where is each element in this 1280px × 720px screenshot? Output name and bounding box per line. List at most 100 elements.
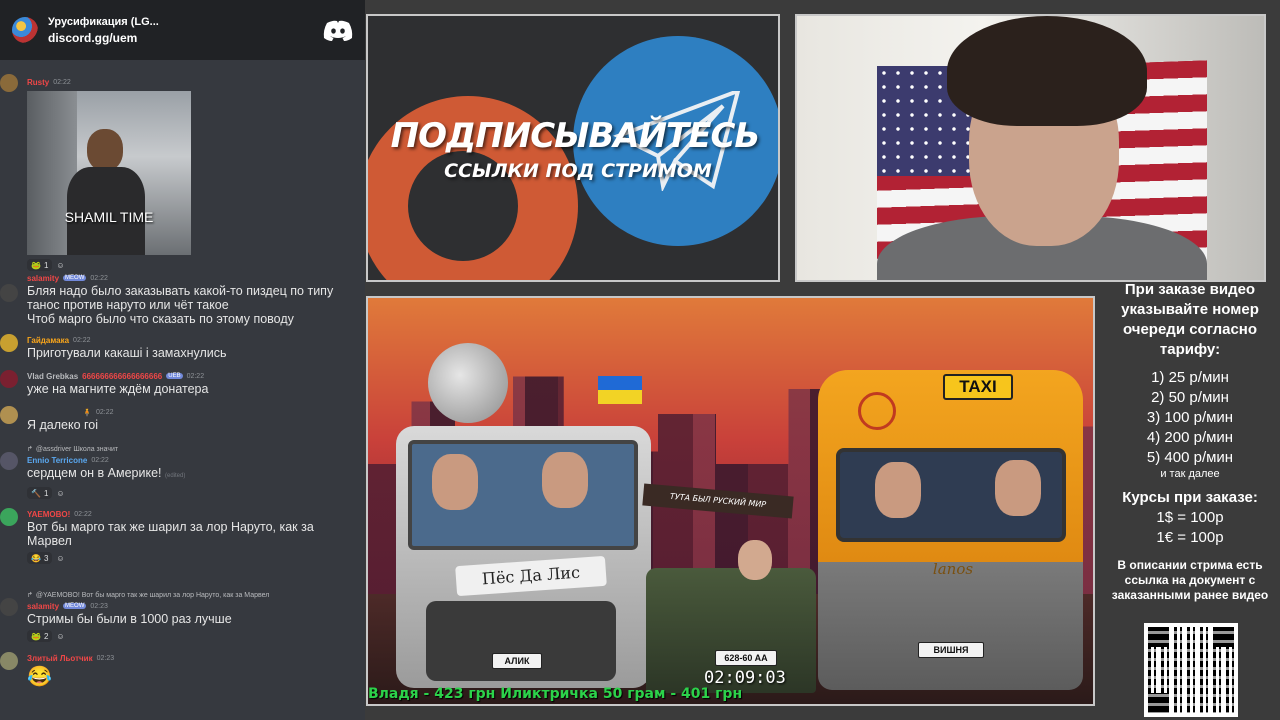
timestamp: 02:22 [90, 274, 108, 282]
timestamp: 02:22 [53, 78, 71, 86]
user-emoji-icon: 🧍 [82, 407, 92, 417]
message[interactable]: ↱ @YAEMOBO! Вот бы марго так же шарил за… [0, 586, 365, 650]
frog-emoji-icon: 🐸 [31, 631, 41, 641]
tariff-item: 4) 200 р/мин [1146, 429, 1234, 446]
promo-title: ПОДПИСЫВАЙТЕСЬ [390, 116, 761, 156]
reply-reference[interactable]: ↱ @assdriver Школа значит [27, 444, 357, 454]
role-badge: MEOW [63, 603, 87, 609]
message-text: Стримы бы были в 1000 раз лучше [27, 612, 232, 626]
hammer-emoji-icon: 🔨 [31, 488, 41, 498]
description-note: В описании стрима есть ссылка на докумен… [1111, 558, 1269, 602]
exchange-rates: Курсы при заказе: 1$ = 100р 1€ = 100р [1098, 488, 1280, 548]
van-logo-text: lanos [932, 560, 974, 578]
add-reaction-icon[interactable]: ☺ [56, 261, 64, 270]
timestamp: 02:23 [90, 602, 108, 610]
tariff-list: 1) 25 р/мин 2) 50 р/мин 3) 100 р/мин 4) … [1098, 368, 1280, 480]
message-list: Rusty 02:22 SHAMIL TIME 🐸 1 ☺ salamity M… [0, 60, 365, 690]
message[interactable]: 🧍 02:22 Я далеко гоі [0, 404, 365, 440]
discord-chat-overlay: Урусификация (LG... discord.gg/uem Rusty… [0, 0, 365, 720]
role-badge: MEOW [63, 275, 87, 281]
reaction-count: 2 [43, 631, 49, 641]
username[interactable]: Гайдамака [27, 336, 69, 345]
message-text: Вот бы марго так же шарил за лор Наруто,… [27, 520, 314, 548]
avatar[interactable] [0, 334, 18, 352]
username[interactable]: salamity [27, 274, 59, 283]
ukraine-flag [598, 376, 642, 404]
username[interactable]: Vlad Grebkas [27, 372, 78, 381]
tariff-item: 1) 25 р/мин [1151, 369, 1229, 386]
order-info-header: При заказе видео указывайте номер очеред… [1121, 281, 1259, 358]
tariff-note: и так далее [1160, 468, 1220, 480]
webcam-feed [795, 14, 1266, 282]
order-info-panel: При заказе видео указывайте номер очеред… [1098, 280, 1280, 603]
license-plate: 628-60 AA [715, 650, 777, 666]
reaction-count: 3 [43, 553, 49, 563]
username[interactable]: Злитый Льотчик [27, 654, 93, 663]
avatar[interactable] [0, 508, 18, 526]
username[interactable]: salamity [27, 602, 59, 611]
qr-code[interactable] [1144, 623, 1238, 717]
rate-item: 1€ = 100р [1156, 529, 1224, 546]
avatar[interactable] [0, 598, 18, 616]
no-sign-icon [858, 392, 896, 430]
license-plate: АЛИК [492, 653, 542, 669]
server-icon [12, 17, 38, 43]
reaction-count: 1 [43, 260, 49, 270]
message[interactable]: YAEMOBO! 02:22 Вот бы марго так же шарил… [0, 506, 365, 586]
avatar[interactable] [0, 652, 18, 670]
message[interactable]: salamity MEOW 02:22 Бляя надо было заказ… [0, 270, 365, 332]
message-text: Чтоб марго было что сказать по этому пов… [27, 312, 294, 326]
reaction-chip[interactable]: 😂 3 [27, 552, 53, 564]
tank-driver-face [738, 540, 772, 580]
message-text: сердцем он в Америке! (edited) [27, 466, 357, 483]
frog-emoji-icon: 🐸 [31, 260, 41, 270]
reply-reference[interactable]: ↱ @YAEMOBO! Вот бы марго так же шарил за… [27, 590, 357, 600]
laughing-emoji-icon: 😂 [31, 553, 41, 563]
reply-text: @assdriver Школа значит [35, 445, 119, 453]
rate-item: 1$ = 100р [1156, 509, 1224, 526]
donation-ticker: Владя - 423 грн Иликтричка 50 грам - 401… [368, 686, 743, 702]
promo-subtitle: ССЫЛКИ ПОД СТРИМОМ [444, 160, 712, 182]
reaction-chip[interactable]: 🐸 2 [27, 630, 53, 642]
add-reaction-icon[interactable]: ☺ [56, 489, 64, 498]
message[interactable]: Vlad Grebkas 666666666666666666 UEB 02:2… [0, 368, 365, 404]
message[interactable]: Rusty 02:22 SHAMIL TIME 🐸 1 ☺ [0, 60, 365, 271]
van-window [836, 448, 1066, 542]
server-header[interactable]: Урусификация (LG... discord.gg/uem [0, 0, 365, 60]
message[interactable]: ↱ @assdriver Школа значит Ennio Terricon… [0, 440, 365, 506]
reaction-count: 1 [43, 488, 49, 498]
server-name: Урусификация (LG... [48, 15, 159, 28]
message[interactable]: Злитый Льотчик 02:23 😂 [0, 650, 365, 690]
avatar[interactable] [0, 370, 18, 388]
role-badge: UEB [166, 373, 183, 379]
reply-text: @YAEMOBO! Вот бы марго так же шарил за л… [35, 591, 270, 599]
reaction-chip[interactable]: 🔨 1 [27, 487, 53, 499]
timestamp: 02:22 [73, 336, 91, 344]
stream-layout: Урусификация (LG... discord.gg/uem Rusty… [0, 0, 1280, 720]
tariff-item: 2) 50 р/мин [1151, 389, 1229, 406]
username[interactable]: Ennio Terricone [27, 456, 87, 465]
avatar[interactable] [0, 406, 18, 424]
laughing-emoji-icon: 😂 [27, 666, 52, 688]
edited-label: (edited) [164, 473, 186, 479]
username[interactable]: YAEMOBO! [27, 510, 70, 519]
message[interactable]: Гайдамака 02:22 Приготували какаші і зам… [0, 332, 365, 368]
username[interactable]: Rusty [27, 78, 49, 87]
tariff-item: 3) 100 р/мин [1146, 409, 1234, 426]
add-reaction-icon[interactable]: ☺ [56, 632, 64, 641]
engine [426, 601, 616, 681]
server-invite-link[interactable]: discord.gg/uem [48, 31, 313, 45]
message-text-main: сердцем он в Америке! [27, 466, 162, 480]
add-reaction-icon[interactable]: ☺ [56, 554, 64, 563]
armored-car: Пёс Да Лис [396, 426, 651, 688]
avatar[interactable] [0, 452, 18, 470]
satellite-dish-icon [428, 343, 508, 423]
reactions: 🔨 1 ☺ [27, 486, 357, 500]
message-text: Приготували какаші і замахнулись [27, 346, 227, 360]
timestamp: 02:22 [91, 456, 109, 464]
avatar[interactable] [0, 284, 18, 302]
message-text: Я далеко гоі [27, 418, 99, 432]
image-attachment[interactable]: SHAMIL TIME [27, 91, 191, 255]
image-caption: SHAMIL TIME [64, 209, 154, 225]
avatar[interactable] [0, 74, 18, 92]
